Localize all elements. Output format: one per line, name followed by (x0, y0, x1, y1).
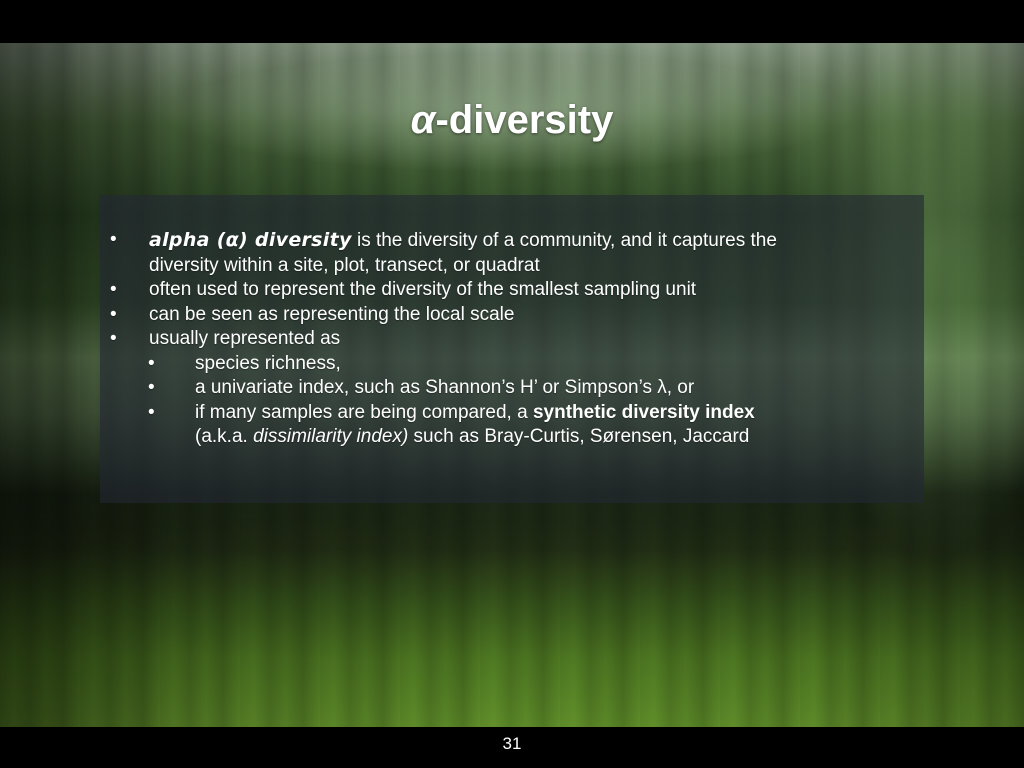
title-text: -diversity (435, 98, 614, 142)
sub-bullet-text: species richness, (195, 352, 341, 374)
bullet-marker: • (148, 377, 155, 398)
bullet-term: alpha (α) diversity (149, 229, 352, 251)
sub-bullet-item-3: • if many samples are being compared, a … (100, 401, 920, 426)
bullet-item-2: • often used to represent the diversity … (100, 278, 920, 303)
title-alpha-symbol: α (410, 98, 436, 142)
sub-bullet-text: if many samples are being compared, a (195, 401, 533, 423)
sub-bullet-bold-term: synthetic diversity index (532, 401, 755, 423)
bullet-marker: • (110, 279, 117, 300)
bullet-text: usually represented as (149, 328, 341, 349)
sub-bullet-italic-term: dissimilarity index) (253, 426, 409, 447)
bullet-text: diversity within a site, plot, transect,… (149, 254, 540, 276)
bullet-list: • alpha (α) diversity is the diversity o… (100, 228, 920, 450)
sub-bullet-item-3-continuation: (a.k.a. dissimilarity index) such as Bra… (100, 425, 920, 450)
bullet-text: can be seen as representing the local sc… (149, 303, 515, 325)
bullet-item-1: • alpha (α) diversity is the diversity o… (100, 228, 920, 254)
sub-bullet-item-2: • a univariate index, such as Shannon’s … (100, 376, 920, 401)
bullet-text: often used to represent the diversity of… (149, 279, 697, 300)
presentation-page: α-diversity • alpha (α) diversity is the… (0, 0, 1024, 768)
bullet-item-4: • usually represented as (100, 327, 920, 352)
sub-bullet-text: (a.k.a. (195, 426, 254, 447)
sub-bullet-text: a univariate index, such as Shannon’s H’… (195, 377, 695, 398)
bullet-item-1-continuation: diversity within a site, plot, transect,… (100, 254, 920, 279)
bullet-marker: • (148, 352, 155, 374)
page-number: 31 (502, 734, 522, 753)
bullet-item-3: • can be seen as representing the local … (100, 303, 920, 328)
bullet-text: is the diversity of a community, and it … (351, 230, 777, 251)
bullet-marker: • (148, 401, 155, 423)
slide-title: α-diversity (0, 96, 1024, 144)
bullet-marker: • (110, 229, 117, 250)
bullet-marker: • (110, 303, 117, 325)
sub-bullet-text: such as Bray-Curtis, Sørensen, Jaccard (408, 426, 750, 447)
bullet-marker: • (110, 328, 117, 349)
sub-bullet-item-1: • species richness, (100, 352, 920, 377)
